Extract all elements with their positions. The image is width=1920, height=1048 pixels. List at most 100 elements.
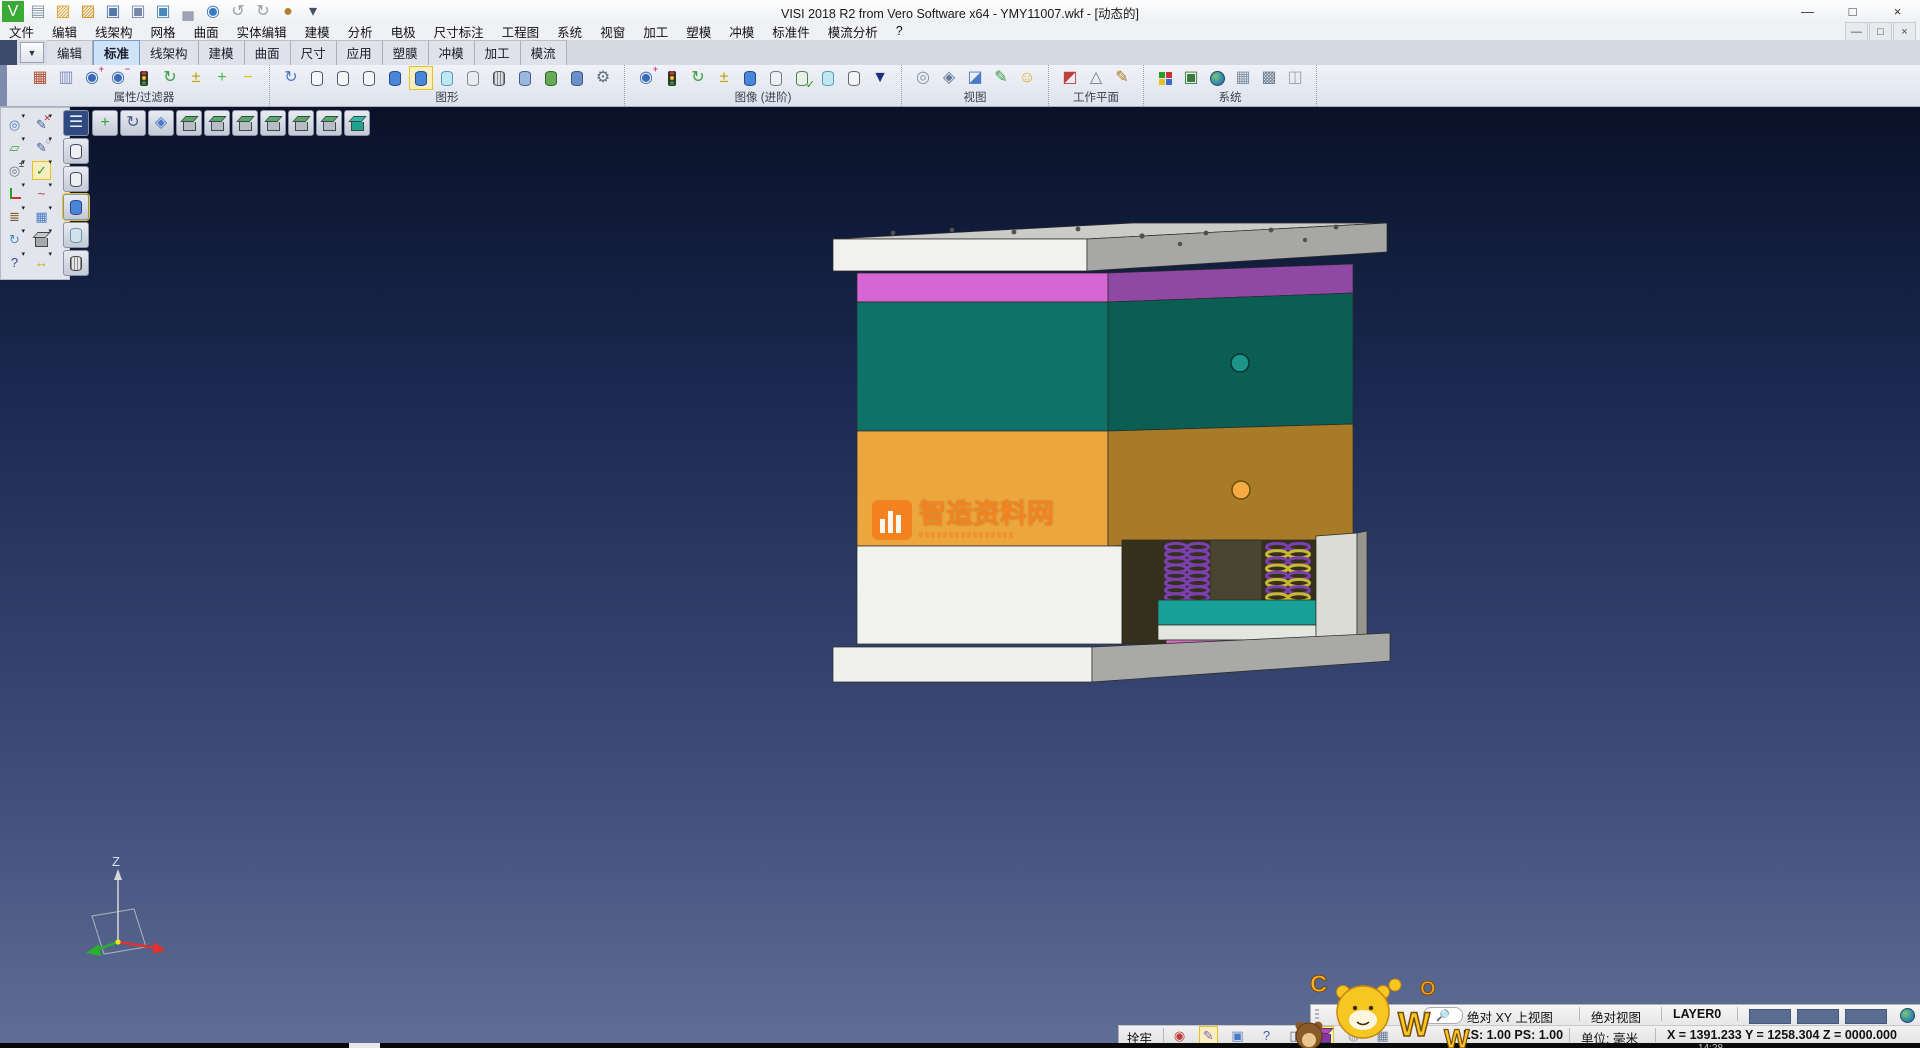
adv-eye-add-icon[interactable]: ◉+	[635, 67, 657, 89]
traffic-light-icon[interactable]	[133, 67, 155, 89]
display-settings-icon[interactable]: ▣	[1180, 67, 1202, 89]
attributes-icon[interactable]: ▦	[29, 67, 51, 89]
view-cube-icon[interactable]: ◈	[938, 67, 960, 89]
wireframe-cylinder-icon[interactable]	[306, 67, 328, 89]
select-view-icon[interactable]: ◈	[148, 110, 174, 136]
mixed-render-icon[interactable]	[514, 67, 536, 89]
render-settings-icon[interactable]: ⚙	[592, 67, 614, 89]
menu-item-18[interactable]: 模流分析	[819, 22, 887, 41]
back-view-cube-icon[interactable]	[204, 110, 230, 136]
bounding-box-icon[interactable]	[1316, 1027, 1333, 1044]
right-view-cube-icon[interactable]	[260, 110, 286, 136]
3d-viewport[interactable]	[0, 106, 1920, 1043]
remove-entity-icon[interactable]: −	[237, 67, 259, 89]
confirm-icon[interactable]: ✓	[33, 162, 50, 179]
transparent-cylinder-icon[interactable]	[436, 67, 458, 89]
adv-shaded-cyl-icon[interactable]	[739, 67, 761, 89]
hatched-view-icon[interactable]	[63, 250, 89, 276]
copy-attributes-icon[interactable]: ▥	[55, 67, 77, 89]
context-help-icon[interactable]: ?	[1258, 1027, 1275, 1044]
ucs-axes-icon[interactable]	[6, 185, 23, 202]
menu-item-13[interactable]: 视窗	[591, 22, 634, 41]
eye-refresh-icon[interactable]: ↻	[159, 67, 181, 89]
render-refresh-icon[interactable]	[540, 67, 562, 89]
minimize-button[interactable]: —	[1785, 0, 1830, 22]
spline-icon[interactable]: ~	[33, 185, 50, 202]
adv-cone-icon[interactable]: ▼	[869, 67, 891, 89]
snap-settings-icon[interactable]: ◉	[1171, 1027, 1188, 1044]
adv-flat-cyl-icon[interactable]	[765, 67, 787, 89]
eye-remove-icon[interactable]: ◉−	[107, 67, 129, 89]
shaded-view-icon[interactable]	[63, 194, 89, 220]
workplane-sketch-icon[interactable]: ✎	[1111, 67, 1133, 89]
view-menu-icon[interactable]: ☰	[63, 110, 89, 136]
hatched-cylinder-icon[interactable]	[488, 67, 510, 89]
taskbar-app-chunk[interactable]	[349, 1043, 380, 1048]
tab-曲面[interactable]: 曲面	[245, 40, 291, 65]
online-globe-icon[interactable]	[1900, 1008, 1915, 1023]
tab-标准[interactable]: 标准	[93, 40, 140, 66]
grid-settings-icon[interactable]: ▦	[1232, 67, 1254, 89]
iso-view-cube-icon[interactable]	[316, 110, 342, 136]
tab-应用[interactable]: 应用	[337, 40, 383, 65]
workplane-align-icon[interactable]: △	[1085, 67, 1107, 89]
zoom-extents-icon[interactable]: ◎±	[6, 162, 23, 179]
delete-sketch-icon[interactable]: ✎✕	[33, 116, 50, 133]
status-search-chip[interactable]: 🔎	[1423, 1007, 1463, 1024]
help-icon[interactable]: ?	[6, 254, 23, 271]
hidden-view-icon[interactable]	[63, 166, 89, 192]
menu-item-11[interactable]: 工程图	[493, 22, 549, 41]
tab-加工[interactable]: 加工	[475, 40, 521, 65]
adv-clip-cyl-icon[interactable]	[843, 67, 865, 89]
render-edit-icon[interactable]	[566, 67, 588, 89]
menu-item-15[interactable]: 塑模	[677, 22, 720, 41]
adv-plusminus-icon[interactable]: ±	[713, 67, 735, 89]
sketch-circle-icon[interactable]: ✎○	[33, 139, 50, 156]
layers-icon[interactable]: ≣	[6, 208, 23, 225]
tab-线架构[interactable]: 线架构	[140, 40, 199, 65]
tab-模流[interactable]: 模流	[521, 40, 567, 65]
plane-grid-icon[interactable]: ◫	[1284, 67, 1306, 89]
front-view-cube-icon[interactable]	[176, 110, 202, 136]
zoom-select-icon[interactable]: ◎	[6, 116, 23, 133]
menu-item-16[interactable]: 冲模	[720, 22, 763, 41]
menu-item-10[interactable]: 尺寸标注	[425, 22, 493, 41]
menu-item-19[interactable]: ?	[887, 24, 912, 38]
tab-overflow-button[interactable]: ▼	[20, 42, 44, 63]
close-button[interactable]: ×	[1875, 0, 1920, 22]
tab-塑膜[interactable]: 塑膜	[383, 40, 429, 65]
mug-icon[interactable]: ◍	[1345, 1027, 1362, 1044]
menu-item-9[interactable]: 电极	[382, 22, 425, 41]
view-smiley-icon[interactable]: ☺	[1016, 67, 1038, 89]
highlight-brush-icon[interactable]: ✎	[1200, 1027, 1217, 1044]
shaded-cylinder-icon[interactable]	[384, 67, 406, 89]
chip-icon[interactable]: ▣	[1229, 1027, 1246, 1044]
plane-snap-icon[interactable]: ▱	[6, 139, 23, 156]
grid-view-icon[interactable]: ▦	[33, 208, 50, 225]
adv-transparent-cyl-icon[interactable]	[817, 67, 839, 89]
menu-item-8[interactable]: 分析	[339, 22, 382, 41]
top-view-cube-icon[interactable]	[288, 110, 314, 136]
color-table-icon[interactable]	[1154, 67, 1176, 89]
absolute-view-label[interactable]: 绝对视图	[1591, 1007, 1641, 1026]
menu-item-12[interactable]: 系统	[548, 22, 591, 41]
tab-建模[interactable]: 建模	[199, 40, 245, 65]
matrix-icon[interactable]: ▩	[1258, 67, 1280, 89]
measure-icon[interactable]: ↔	[33, 254, 50, 271]
orbit-view-icon[interactable]: ↻	[120, 110, 146, 136]
hidden-line-cylinder-icon[interactable]	[332, 67, 354, 89]
adv-check-cyl-icon[interactable]: ✓	[791, 67, 813, 89]
add-entity-icon[interactable]: +	[211, 67, 233, 89]
flat-cylinder-icon[interactable]	[462, 67, 484, 89]
left-view-cube-icon[interactable]	[232, 110, 258, 136]
menu-item-5[interactable]: 曲面	[185, 22, 228, 41]
menu-item-7[interactable]: 建模	[296, 22, 339, 41]
menu-item-3[interactable]: 线架构	[86, 22, 142, 41]
redraw-icon[interactable]: ↻	[280, 67, 302, 89]
dynamic-pan-icon[interactable]: +	[92, 110, 118, 136]
dashed-cylinder-icon[interactable]	[358, 67, 380, 89]
adv-traffic-icon[interactable]	[661, 67, 683, 89]
menu-item-2[interactable]: 编辑	[43, 22, 86, 41]
solid-cube-icon[interactable]	[33, 231, 50, 248]
export-box-icon[interactable]: ◫	[1287, 1027, 1304, 1044]
